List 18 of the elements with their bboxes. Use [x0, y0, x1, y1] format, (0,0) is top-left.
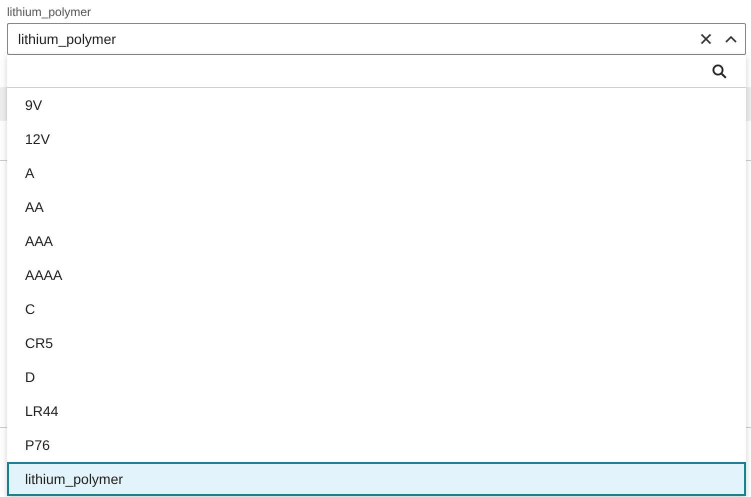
option-item[interactable]: P76 — [7, 428, 746, 462]
search-icon[interactable] — [712, 64, 727, 78]
caret-icon[interactable] — [725, 35, 737, 43]
option-item[interactable]: D — [7, 360, 746, 394]
select-field[interactable]: lithium_polymer — [7, 23, 746, 55]
selected-value: lithium_polymer — [18, 30, 118, 49]
field-label: lithium_polymer — [7, 5, 92, 20]
option-item[interactable]: AAA — [7, 224, 746, 258]
option-item[interactable]: lithium_polymer — [7, 462, 746, 496]
option-item[interactable]: AA — [7, 190, 746, 224]
option-item[interactable]: LR44 — [7, 394, 746, 428]
close-icon[interactable] — [700, 33, 712, 45]
option-item[interactable]: AAAA — [7, 258, 746, 292]
option-item[interactable]: 9V — [7, 88, 746, 122]
option-item[interactable]: 12V — [7, 122, 746, 156]
option-item[interactable]: C — [7, 292, 746, 326]
option-item[interactable]: A — [7, 156, 746, 190]
option-item[interactable]: CR5 — [7, 326, 746, 360]
